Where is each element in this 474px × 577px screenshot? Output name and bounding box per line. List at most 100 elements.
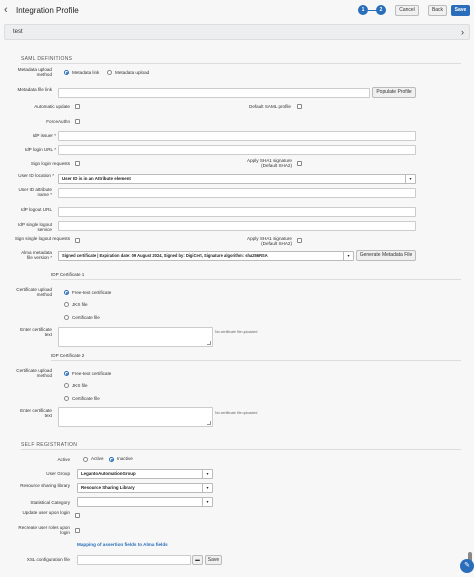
radio-label-inactive: Inactive: [117, 456, 133, 461]
step-1-indicator[interactable]: 1: [358, 5, 368, 15]
update-user-label: Update user upon login: [22, 510, 70, 515]
radio-label-active: Active: [91, 456, 104, 461]
sha1-label: Apply SHA1 signature (Default SHA2): [247, 158, 292, 169]
divider: [51, 360, 461, 361]
alma-metadata-select[interactable]: Signed certificate | Expiration date: 09…: [58, 251, 354, 261]
sign-single-logout-checkbox[interactable]: [75, 238, 80, 243]
profile-summary-card[interactable]: test ›: [4, 24, 470, 40]
user-id-attr-label: User ID attribute name *: [18, 187, 52, 198]
stat-category-label: Statistical Category: [30, 500, 70, 505]
sha1-logout-checkbox[interactable]: [297, 238, 302, 243]
cert-2-method-label: Certificate upload method: [16, 368, 52, 379]
sign-single-logout-label: Sign single logout requests: [14, 236, 70, 241]
cert-2-radio-jks[interactable]: [64, 383, 69, 388]
chevron-right-icon[interactable]: ›: [461, 27, 464, 37]
force-authn-label: ForceAuthn: [46, 119, 70, 124]
cert-1-file-label: Certificate file: [72, 315, 100, 320]
force-authn-checkbox[interactable]: [75, 119, 80, 124]
cert-2-note: No certificate file uploaded: [215, 411, 258, 415]
default-saml-label: Default SAML profile: [249, 104, 291, 109]
back-button[interactable]: Back: [428, 5, 447, 16]
cert-1-radio-file[interactable]: [64, 315, 69, 320]
chat-icon[interactable]: ✎: [460, 559, 474, 573]
user-id-location-label: User ID location *: [18, 173, 54, 178]
update-user-checkbox[interactable]: [75, 513, 80, 518]
idp-login-url-input[interactable]: [58, 145, 416, 155]
cert-1-enter-label: Enter certificate text: [20, 327, 52, 338]
recreate-roles-checkbox[interactable]: [75, 528, 80, 533]
chevron-down-icon[interactable]: ▾: [343, 252, 353, 260]
populate-profile-button[interactable]: Populate Profile: [372, 87, 416, 98]
user-group-select[interactable]: LegantoAutomationGroup ▾: [77, 469, 213, 479]
rs-library-label: Resource sharing library: [20, 483, 70, 488]
cert-1-jks-label: JKS file: [72, 302, 88, 307]
radio-label-metadata-upload: Metadata upload: [115, 70, 150, 75]
idp-login-url-label: IdP login URL *: [24, 147, 56, 152]
top-bar: ‹ Integration Profile 1 2 Cancel Back Sa…: [0, 0, 474, 22]
section-title-self-registration: SELF REGISTRATION: [21, 442, 78, 448]
user-id-attr-input[interactable]: [58, 188, 416, 198]
save-button[interactable]: Save: [451, 5, 470, 16]
radio-metadata-link[interactable]: [64, 70, 69, 75]
cancel-button[interactable]: Cancel: [395, 5, 419, 16]
recreate-roles-label: Recreate user roles upon login: [18, 525, 70, 536]
metadata-method-label: Metadata upload method: [17, 67, 52, 78]
user-id-location-select[interactable]: User ID is in an Attribute element ▾: [58, 174, 416, 184]
user-group-value: LegantoAutomationGroup: [81, 471, 136, 476]
idp-cert-2-title: IDP Certificate 2: [51, 353, 85, 358]
idp-issuer-input[interactable]: [58, 131, 416, 141]
active-label: Active: [57, 457, 70, 462]
chevron-down-icon[interactable]: ▾: [202, 498, 212, 506]
metadata-link-label: Metadata file link: [17, 87, 52, 92]
alma-metadata-value: Signed certificate | Expiration date: 09…: [62, 253, 268, 258]
cert-1-free-text-label: Free-text certificate: [72, 290, 112, 295]
stat-category-select[interactable]: ▾: [77, 497, 213, 507]
radio-active[interactable]: [83, 457, 88, 462]
profile-code: test: [13, 29, 23, 35]
cert-1-radio-jks[interactable]: [64, 302, 69, 307]
folder-icon[interactable]: ▬: [192, 555, 203, 565]
rs-library-select[interactable]: Resource Sharing Library ▾: [77, 483, 213, 493]
chevron-down-icon[interactable]: ▾: [202, 470, 212, 478]
sign-login-label: Sign login requests: [30, 161, 70, 166]
radio-label-metadata-link: Metadata link: [72, 70, 100, 75]
chevron-down-icon[interactable]: ▾: [202, 484, 212, 492]
xsl-save-button[interactable]: Save: [205, 555, 222, 565]
sha1-logout-label: Apply SHA1 signature (Default SHA2): [247, 236, 292, 247]
sign-login-checkbox[interactable]: [75, 161, 80, 166]
cert-1-radio-free-text[interactable]: [64, 290, 69, 295]
user-group-label: User Group: [46, 471, 70, 476]
sha1-checkbox[interactable]: [297, 161, 302, 166]
idp-logout-label: IdP logout URL: [20, 207, 52, 212]
cert-2-file-label: Certificate file: [72, 396, 100, 401]
cert-2-textarea[interactable]: [58, 407, 213, 427]
step-2-indicator[interactable]: 2: [376, 5, 386, 15]
cert-1-textarea[interactable]: [58, 327, 213, 347]
auto-update-label: Automatic update: [34, 104, 70, 109]
chevron-down-icon[interactable]: ▾: [405, 175, 415, 183]
divider: [51, 279, 461, 280]
divider: [21, 63, 461, 64]
cert-2-radio-file[interactable]: [64, 396, 69, 401]
back-arrow-icon[interactable]: ‹: [4, 5, 8, 16]
xsl-config-input[interactable]: [77, 555, 191, 565]
xsl-config-label: XSL configuration file: [26, 557, 70, 562]
idp-issuer-label: IdP issuer *: [32, 133, 56, 138]
alma-metadata-label: Alma metadata file version *: [21, 250, 52, 261]
generate-metadata-button[interactable]: Generate Metadata File: [356, 250, 416, 261]
auto-update-checkbox[interactable]: [75, 104, 80, 109]
radio-metadata-upload[interactable]: [107, 70, 112, 75]
section-title-saml: SAML DEFINITIONS: [21, 56, 73, 62]
default-saml-checkbox[interactable]: [297, 104, 302, 109]
cert-2-radio-free-text[interactable]: [64, 371, 69, 376]
cert-2-jks-label: JKS file: [72, 383, 88, 388]
idp-single-logout-input[interactable]: [58, 221, 416, 231]
radio-inactive[interactable]: [109, 457, 114, 462]
cert-1-note: No certificate file uploaded: [215, 330, 258, 334]
rs-library-value: Resource Sharing Library: [81, 485, 135, 490]
mapping-assertion-link[interactable]: Mapping of assertion fields to Alma fiel…: [77, 542, 168, 547]
cert-1-method-label: Certificate upload method: [16, 287, 52, 298]
idp-logout-input[interactable]: [58, 207, 416, 217]
idp-single-logout-label: IdP single logout service: [18, 222, 52, 233]
metadata-link-input[interactable]: [58, 88, 370, 98]
